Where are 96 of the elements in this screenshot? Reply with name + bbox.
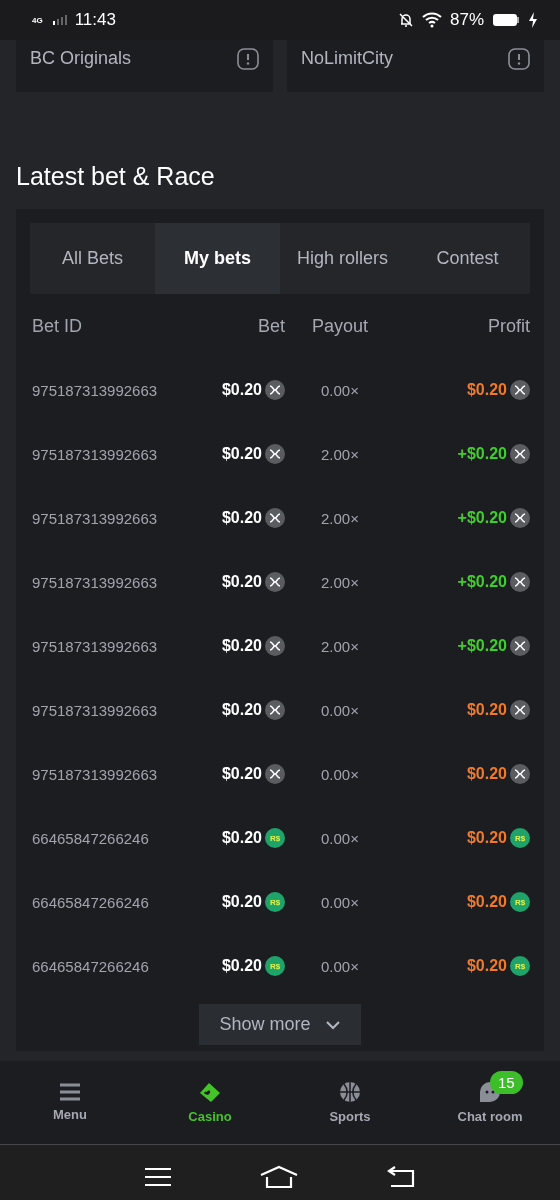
coin-icon xyxy=(510,444,530,464)
coin-icon xyxy=(510,700,530,720)
column-header: Bet ID xyxy=(31,315,84,337)
bet-id: 66465847266246 xyxy=(31,829,150,847)
coin-icon xyxy=(265,700,285,720)
payout: 0.00× xyxy=(320,893,360,911)
bet-id: 66465847266246 xyxy=(31,893,150,911)
battery-percent: 87% xyxy=(449,10,484,30)
payout: 0.00× xyxy=(320,765,360,783)
coin-icon xyxy=(510,764,530,784)
home-icon[interactable] xyxy=(260,1165,298,1189)
profit: $0.20 xyxy=(466,829,507,847)
payout: 0.00× xyxy=(320,829,360,847)
profit: +$0.20 xyxy=(457,445,507,463)
bet-id: 975187313992663 xyxy=(31,573,159,591)
tab[interactable]: My bets xyxy=(155,223,280,294)
coin-icon xyxy=(265,764,285,784)
bet-amount: $0.20 xyxy=(221,637,262,655)
nav-item[interactable]: Sports xyxy=(280,1061,420,1144)
wifi-icon xyxy=(421,12,442,28)
provider-card[interactable]: BC Originals xyxy=(16,40,273,92)
coin-icon: R$ xyxy=(265,892,285,912)
network-label: 4G xyxy=(32,15,43,25)
profit: +$0.20 xyxy=(457,573,507,591)
bet-id: 975187313992663 xyxy=(31,637,159,655)
coin-icon: R$ xyxy=(265,828,285,848)
payout: 2.00× xyxy=(320,637,360,655)
coin-icon: R$ xyxy=(510,892,530,912)
coin-icon: R$ xyxy=(510,828,530,848)
nav-item[interactable]: Chat room 15 xyxy=(420,1061,560,1144)
payout: 0.00× xyxy=(320,381,360,399)
coin-icon xyxy=(510,380,530,400)
menu-icon xyxy=(60,1083,80,1101)
column-header: Bet xyxy=(256,315,285,337)
provider-name: NoLimitCity xyxy=(301,48,393,69)
payout: 2.00× xyxy=(320,445,360,463)
column-header: Payout xyxy=(310,315,369,337)
coin-icon xyxy=(510,636,530,656)
profit: +$0.20 xyxy=(457,637,507,655)
bet-amount: $0.20 xyxy=(221,957,262,975)
payout: 0.00× xyxy=(320,957,360,975)
profit: $0.20 xyxy=(466,957,507,975)
bet-amount: $0.20 xyxy=(221,445,262,463)
bet-amount: $0.20 xyxy=(221,829,262,847)
profit: +$0.20 xyxy=(457,509,507,527)
bet-amount: $0.20 xyxy=(221,893,262,911)
bet-amount: $0.20 xyxy=(221,381,262,399)
profit: $0.20 xyxy=(466,893,507,911)
nav-item[interactable]: Menu xyxy=(0,1061,140,1144)
coin-icon xyxy=(265,572,285,592)
nav-item[interactable]: Casino xyxy=(140,1061,280,1144)
cards-icon xyxy=(198,1081,222,1103)
coin-icon xyxy=(265,508,285,528)
clock: 11:43 xyxy=(74,10,116,30)
recent-apps-icon[interactable] xyxy=(144,1167,171,1187)
payout: 0.00× xyxy=(320,701,360,719)
charging-icon xyxy=(528,12,538,28)
bet-id: 975187313992663 xyxy=(31,701,159,719)
section-title: Latest bet & Race xyxy=(15,161,216,192)
tab[interactable]: All Bets xyxy=(30,223,155,294)
signal-icon xyxy=(52,15,67,25)
tab[interactable]: High rollers xyxy=(280,223,405,294)
payout: 2.00× xyxy=(320,509,360,527)
bet-amount: $0.20 xyxy=(221,573,262,591)
profit: $0.20 xyxy=(466,701,507,719)
bet-amount: $0.20 xyxy=(221,701,262,719)
show-more-button[interactable]: Show more xyxy=(199,1004,361,1045)
chevron-down-icon xyxy=(324,1019,341,1030)
info-icon[interactable] xyxy=(237,48,259,70)
coin-icon xyxy=(510,572,530,592)
bet-amount: $0.20 xyxy=(221,509,262,527)
bet-id: 975187313992663 xyxy=(31,509,159,527)
bell-off-icon xyxy=(397,12,414,28)
column-header: Profit xyxy=(487,315,530,337)
bet-id: 975187313992663 xyxy=(31,381,159,399)
bet-id: 975187313992663 xyxy=(31,765,159,783)
info-icon[interactable] xyxy=(508,48,530,70)
tab[interactable]: Contest xyxy=(405,223,530,294)
coin-icon: R$ xyxy=(265,956,285,976)
provider-card[interactable]: NoLimitCity xyxy=(287,40,544,92)
provider-name: BC Originals xyxy=(30,48,132,69)
coin-icon xyxy=(265,444,285,464)
coin-icon: R$ xyxy=(510,956,530,976)
back-icon[interactable] xyxy=(387,1166,416,1188)
bet-amount: $0.20 xyxy=(221,765,262,783)
coin-icon xyxy=(265,380,285,400)
notification-badge: 15 xyxy=(490,1071,523,1094)
bet-id: 66465847266246 xyxy=(31,957,150,975)
coin-icon xyxy=(510,508,530,528)
profit: $0.20 xyxy=(466,381,507,399)
profit: $0.20 xyxy=(466,765,507,783)
basketball-icon xyxy=(339,1081,361,1103)
coin-icon xyxy=(265,636,285,656)
battery-icon xyxy=(492,13,520,27)
bet-id: 975187313992663 xyxy=(31,445,159,463)
payout: 2.00× xyxy=(320,573,360,591)
